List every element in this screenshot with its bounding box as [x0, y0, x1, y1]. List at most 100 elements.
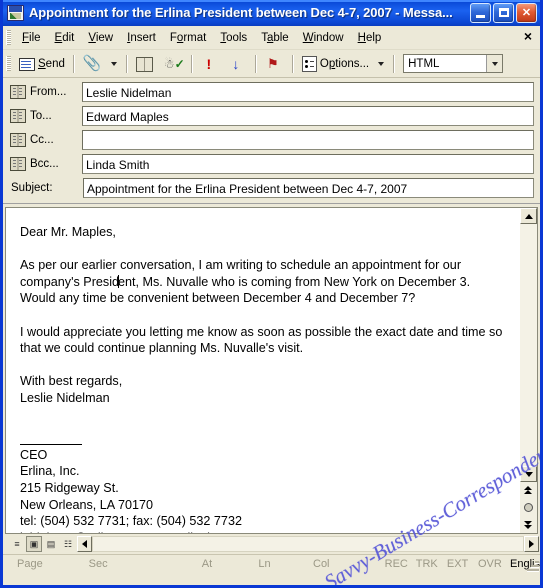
message-header: From... Leslie Nidelman To... Edward Map…	[3, 78, 540, 204]
scroll-left-arrow-icon	[82, 540, 87, 548]
scroll-left-button[interactable]	[77, 536, 92, 552]
importance-high-button[interactable]: !	[197, 53, 224, 74]
outline-view-button[interactable]: ☷	[60, 536, 76, 552]
status-ovr[interactable]: OVR	[478, 558, 510, 570]
scroll-down-button[interactable]	[520, 466, 537, 482]
maximize-button[interactable]	[493, 3, 514, 23]
menu-help[interactable]: Help	[351, 30, 389, 46]
cc-field[interactable]	[82, 130, 534, 150]
signature-line: Erlina, Inc.	[20, 464, 80, 479]
menu-insert[interactable]: Insert	[120, 30, 163, 46]
body-salutation: Dear Mr. Maples,	[20, 225, 116, 239]
subject-label: Subject:	[11, 182, 53, 194]
attach-dropdown-caret-icon[interactable]	[110, 61, 117, 66]
signature-divider	[20, 443, 82, 445]
status-bar: Page Sec At Ln Col REC TRK EXT OVR Engli…	[3, 554, 540, 573]
toolbar-separator	[125, 54, 128, 73]
status-rec[interactable]: REC	[385, 558, 416, 570]
maximize-icon	[499, 8, 509, 17]
menu-window[interactable]: Window	[296, 30, 351, 46]
close-button[interactable]: ✕	[516, 3, 537, 23]
body-signer: Leslie Nidelman	[20, 390, 110, 405]
menu-table[interactable]: Table	[254, 30, 296, 46]
normal-view-button[interactable]: ≡	[9, 536, 25, 552]
toolbar-separator	[72, 54, 75, 73]
toolbar-separator	[291, 54, 294, 73]
attach-file-button[interactable]: 📎	[79, 53, 106, 74]
toolbar-separator	[190, 54, 193, 73]
address-book-icon	[10, 109, 26, 123]
title-bar: Appointment for the Erlina President bet…	[3, 0, 540, 26]
standard-toolbar: Send 📎 ☃✓ ! ↓ ⚑ Options... HTML	[3, 50, 540, 78]
to-field[interactable]: Edward Maples	[82, 106, 534, 126]
minimize-button[interactable]	[470, 3, 491, 23]
vertical-scrollbar[interactable]	[519, 208, 538, 533]
print-layout-view-button[interactable]: ▤	[43, 536, 59, 552]
scroll-right-button[interactable]	[524, 536, 539, 552]
menu-edit[interactable]: Edit	[48, 30, 82, 46]
status-col: Col	[313, 558, 330, 570]
from-field[interactable]: Leslie Nidelman	[82, 82, 534, 102]
importance-low-button[interactable]: ↓	[224, 53, 251, 74]
message-body-editor[interactable]: Dear Mr. Maples, As per our earlier conv…	[6, 208, 519, 533]
next-object-button[interactable]	[520, 516, 537, 533]
chevron-down-icon	[491, 61, 498, 66]
check-names-icon: ☃✓	[163, 56, 185, 71]
message-format-combo[interactable]: HTML	[403, 54, 504, 73]
body-spacer	[20, 423, 509, 440]
window-title: Appointment for the Erlina President bet…	[29, 5, 453, 20]
previous-object-button[interactable]	[520, 482, 537, 499]
select-browse-object-button[interactable]	[520, 499, 537, 516]
menu-file[interactable]: File	[15, 30, 48, 46]
scroll-right-arrow-icon	[529, 540, 534, 548]
scroll-up-arrow-icon	[524, 213, 533, 219]
horizontal-scroll-track[interactable]	[92, 536, 524, 552]
subject-field[interactable]: Appointment for the Erlina President bet…	[83, 178, 534, 198]
message-format-dropdown-button[interactable]	[486, 55, 503, 72]
address-book-button[interactable]	[132, 53, 160, 74]
paperclip-icon: 📎	[82, 54, 102, 72]
cc-button[interactable]: Cc...	[6, 133, 82, 147]
address-book-icon	[10, 157, 26, 171]
close-document-button[interactable]: ×	[524, 29, 532, 43]
menu-tools[interactable]: Tools	[213, 30, 254, 46]
scroll-up-button[interactable]	[520, 208, 537, 224]
follow-up-flag-button[interactable]: ⚑	[261, 53, 288, 74]
message-options-icon	[301, 56, 317, 72]
web-layout-view-button[interactable]: ▣	[26, 536, 42, 552]
message-options-button[interactable]: Options...	[298, 53, 373, 74]
menu-grip-handle[interactable]	[6, 30, 11, 45]
toolbar-separator	[393, 54, 396, 73]
from-button[interactable]: From...	[6, 85, 82, 99]
menu-format[interactable]: Format	[163, 30, 213, 46]
options-label-rest: tions...	[335, 57, 370, 70]
options-dropdown-caret-icon[interactable]	[378, 61, 385, 66]
importance-low-icon: ↓	[232, 55, 240, 72]
browse-object-circle-icon	[524, 503, 533, 512]
cc-label: Cc...	[30, 134, 54, 146]
bcc-field[interactable]: Linda Smith	[82, 154, 534, 174]
from-label: From...	[30, 86, 67, 98]
horizontal-scroll-bar: ≡ ▣ ▤ ☷	[3, 534, 540, 554]
body-paragraph-2: I would appreciate you letting me know a…	[20, 324, 503, 356]
signature-block: CEO Erlina, Inc. 215 Ridgeway St. New Or…	[20, 447, 509, 533]
double-down-arrow-icon	[524, 520, 533, 529]
status-ext[interactable]: EXT	[447, 558, 478, 570]
status-ln: Ln	[258, 558, 271, 570]
importance-high-icon: !	[206, 55, 212, 72]
double-up-arrow-icon	[524, 486, 533, 495]
address-book-icon	[10, 85, 26, 99]
window-controls: ✕	[470, 3, 537, 23]
check-names-button[interactable]: ☃✓	[160, 53, 187, 74]
body-paragraph-1: As per our earlier conversation, I am wr…	[20, 257, 509, 307]
toolbar-grip-handle[interactable]	[6, 56, 11, 71]
to-button[interactable]: To...	[6, 109, 82, 123]
bcc-button[interactable]: Bcc...	[6, 157, 82, 171]
resize-grip[interactable]	[525, 559, 539, 573]
send-button[interactable]: Send	[15, 53, 69, 74]
address-book-icon	[135, 57, 153, 72]
status-at: At	[201, 558, 213, 570]
vertical-scroll-track[interactable]	[520, 224, 537, 466]
status-trk[interactable]: TRK	[416, 558, 447, 570]
menu-view[interactable]: View	[81, 30, 120, 46]
